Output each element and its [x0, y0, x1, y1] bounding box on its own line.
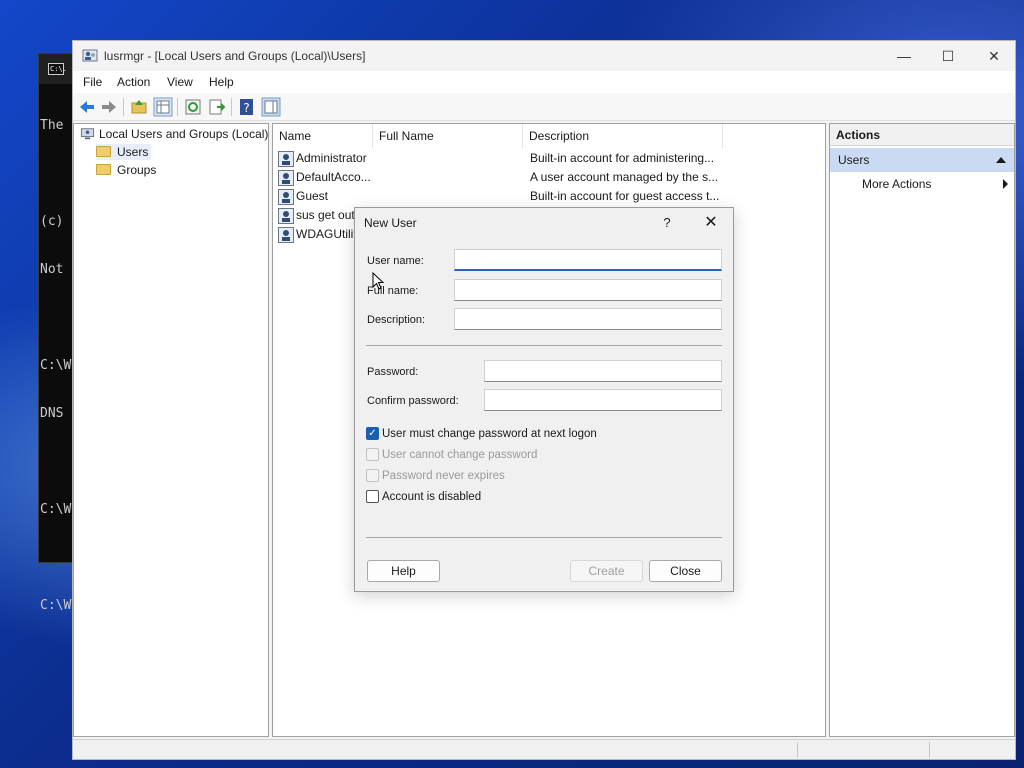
divider: [366, 345, 722, 346]
create-button[interactable]: Create: [570, 560, 643, 582]
checkbox-label: User must change password at next logon: [382, 428, 597, 440]
users-app-icon: [82, 49, 98, 62]
user-name-label: User name:: [367, 255, 424, 267]
confirm-password-input[interactable]: [484, 389, 722, 411]
checkbox-box[interactable]: [366, 490, 379, 503]
toolbar-separator: [231, 98, 232, 116]
menu-view[interactable]: View: [167, 75, 193, 89]
column-header-full-name[interactable]: Full Name: [373, 124, 523, 148]
cell-description: Built-in account for guest access t...: [530, 189, 720, 203]
tree-root-label: Local Users and Groups (Local): [99, 127, 269, 141]
password-input[interactable]: [484, 360, 722, 382]
svg-text:?: ?: [243, 101, 249, 115]
user-name-input[interactable]: [454, 249, 722, 271]
cell-description: A user account managed by the s...: [530, 170, 719, 184]
column-header-name[interactable]: Name: [273, 124, 373, 148]
checkbox-label: User cannot change password: [382, 449, 538, 461]
status-bar: [73, 739, 1015, 759]
title-bar[interactable]: lusrmgr - [Local Users and Groups (Local…: [73, 41, 1015, 71]
show-hide-console-tree-icon[interactable]: [153, 97, 173, 117]
cell-name: Administrator: [296, 151, 367, 165]
more-actions-label: More Actions: [862, 177, 932, 191]
close-window-button[interactable]: ✕: [971, 41, 1017, 71]
help-icon[interactable]: ?: [237, 97, 257, 117]
tree-item-users[interactable]: Users: [96, 144, 152, 160]
password-label: Password:: [367, 366, 419, 378]
forward-arrow-icon[interactable]: [99, 97, 119, 117]
checkbox-box[interactable]: [366, 448, 379, 461]
status-separator: [929, 742, 930, 758]
console-tree-pane: Local Users and Groups (Local) Users Gro…: [73, 123, 269, 737]
user-account-icon: [278, 227, 294, 243]
checkbox-label: Password never expires: [382, 470, 505, 482]
tree-root-node[interactable]: Local Users and Groups (Local): [80, 126, 268, 142]
submenu-arrow-icon: [1003, 179, 1008, 189]
console-icon: C:\.: [48, 63, 67, 75]
menu-bar: File Action View Help: [73, 71, 1015, 93]
more-actions-link[interactable]: More Actions: [862, 174, 1014, 194]
actions-pane-title: Actions: [830, 124, 1014, 146]
menu-help[interactable]: Help: [209, 75, 234, 89]
toolbar-separator: [177, 98, 178, 116]
user-account-icon: [278, 151, 294, 167]
menu-action[interactable]: Action: [117, 75, 150, 89]
tree-item-groups[interactable]: Groups: [96, 162, 156, 178]
window-title: lusrmgr - [Local Users and Groups (Local…: [104, 49, 366, 63]
toolbar: ?: [73, 93, 1015, 121]
column-header-description[interactable]: Description: [523, 124, 723, 148]
help-button[interactable]: Help: [367, 560, 440, 582]
back-arrow-icon[interactable]: [77, 97, 97, 117]
tree-item-label: Users: [117, 145, 149, 159]
collapse-arrow-icon[interactable]: [996, 157, 1006, 163]
new-user-dialog: New User ? ✕ User name: Full name: Descr…: [354, 207, 734, 592]
export-list-icon[interactable]: [207, 97, 227, 117]
computer-users-icon: [80, 128, 95, 140]
description-label: Description:: [367, 314, 426, 326]
show-hide-action-pane-icon[interactable]: [261, 97, 281, 117]
tree-item-label: Groups: [117, 163, 157, 177]
checkbox-box[interactable]: [366, 469, 379, 482]
mouse-cursor-icon: [372, 272, 384, 290]
dialog-close-icon[interactable]: ✕: [699, 212, 723, 234]
user-account-icon: [278, 170, 294, 186]
confirm-password-label: Confirm password:: [367, 395, 459, 407]
description-input[interactable]: [454, 308, 722, 330]
dialog-help-button[interactable]: ?: [655, 212, 679, 234]
full-name-input[interactable]: [454, 279, 722, 301]
cell-description: Built-in account for administering...: [530, 151, 715, 165]
menu-file[interactable]: File: [83, 75, 102, 89]
minimize-button[interactable]: —: [881, 41, 927, 71]
up-folder-icon[interactable]: [129, 97, 149, 117]
maximize-button[interactable]: ☐: [925, 41, 971, 71]
status-separator: [797, 742, 798, 758]
actions-pane: Actions Users More Actions: [829, 123, 1015, 737]
actions-section-label: Users: [838, 153, 870, 167]
dialog-title: New User: [364, 216, 417, 230]
user-account-icon: [278, 189, 294, 205]
checkmark-icon[interactable]: ✓: [366, 427, 379, 440]
close-button[interactable]: Close: [649, 560, 722, 582]
folder-icon: [96, 146, 111, 158]
divider: [366, 537, 722, 538]
refresh-icon[interactable]: [183, 97, 203, 117]
folder-icon: [96, 164, 111, 176]
user-account-icon: [278, 208, 294, 224]
actions-section-users[interactable]: Users: [830, 148, 1014, 172]
cell-name: Guest: [296, 189, 329, 203]
checkbox-label: Account is disabled: [382, 491, 482, 503]
cell-name: DefaultAcco...: [296, 170, 370, 184]
toolbar-separator: [123, 98, 124, 116]
